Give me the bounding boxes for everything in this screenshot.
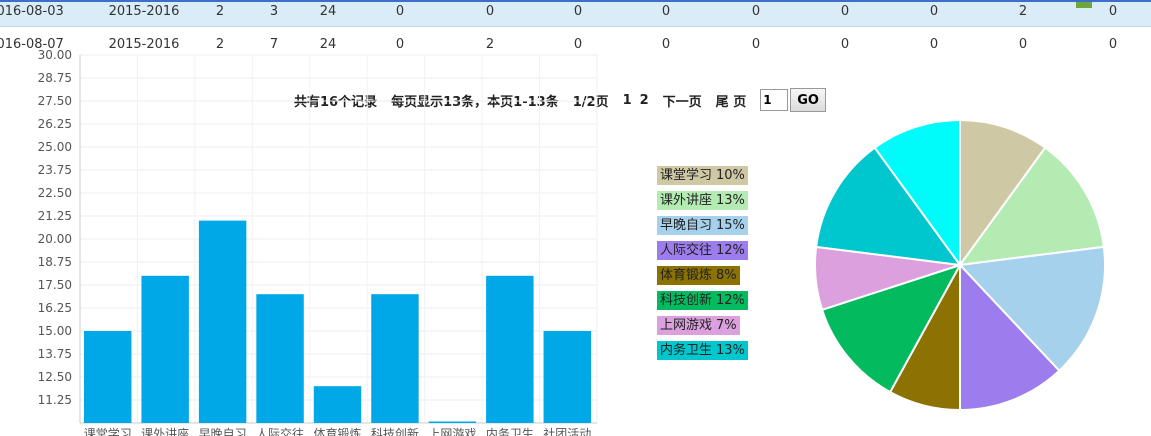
legend-item: 课堂学习 10%: [657, 166, 748, 185]
bar: [371, 294, 419, 423]
y-tick-label: 27.50: [38, 94, 72, 108]
bar: [543, 331, 591, 423]
y-tick-label: 18.75: [38, 255, 72, 269]
table-cell: 0: [1108, 37, 1118, 52]
table-cell: 0: [840, 4, 850, 19]
x-tick-label: 社团活动: [543, 426, 591, 436]
x-tick-label: 课外讲座: [141, 426, 189, 436]
y-tick-label: 21.25: [38, 209, 72, 223]
next-page-link[interactable]: 下一页: [663, 91, 702, 110]
y-tick-label: 22.50: [38, 186, 72, 200]
table-cell: 0: [485, 4, 495, 19]
y-tick-label: 25.00: [38, 140, 72, 154]
y-tick-label: 12.50: [38, 370, 72, 384]
x-tick-label: 体育锻炼: [313, 426, 361, 436]
table-cell: 0: [1108, 4, 1118, 19]
row-marker: [1076, 2, 1092, 8]
y-tick-label: 15.00: [38, 324, 72, 338]
legend-percent: 15%: [716, 218, 745, 233]
y-tick-label: 17.50: [38, 278, 72, 292]
x-tick-label: 上网游戏: [428, 427, 476, 436]
legend-item: 课外讲座 13%: [657, 191, 748, 210]
table-cell: 3: [269, 4, 279, 19]
legend-label: 体育锻炼: [660, 268, 713, 283]
legend-percent: 8%: [716, 268, 737, 283]
table-cell: 2: [215, 4, 225, 19]
y-tick-label: 23.75: [38, 163, 72, 177]
legend-item: 体育锻炼 8%: [657, 266, 740, 285]
x-tick-label: 内务卫生: [486, 426, 534, 436]
table-cell: 0: [751, 4, 761, 19]
legend-percent: 12%: [716, 243, 745, 258]
bar: [313, 386, 362, 423]
table-cell: 0: [751, 37, 761, 52]
legend-percent: 13%: [716, 343, 745, 358]
table-cell: 0: [661, 4, 671, 19]
table-cell: 0: [840, 37, 850, 52]
legend-item: 内务卫生 13%: [657, 341, 748, 360]
x-tick-label: 人际交往: [256, 426, 304, 436]
table-cell: 2015-2016: [108, 4, 180, 19]
x-tick-label: 科技创新: [371, 426, 419, 436]
page-2-link[interactable]: 2: [640, 93, 649, 108]
legend-percent: 13%: [716, 193, 745, 208]
legend-label: 上网游戏: [660, 318, 713, 333]
bar: [256, 294, 304, 423]
legend-percent: 7%: [716, 318, 737, 333]
y-tick-label: 13.75: [38, 347, 72, 361]
last-page-link[interactable]: 尾 页: [716, 91, 747, 110]
table-cell: 0: [395, 4, 405, 19]
y-tick-label: 30.00: [38, 48, 72, 62]
legend-label: 早晚自习: [660, 218, 713, 233]
y-tick-label: 16.25: [38, 301, 72, 315]
legend-label: 内务卫生: [660, 343, 713, 358]
legend-label: 课堂学习: [660, 168, 713, 183]
legend-item: 早晚自习 15%: [657, 216, 748, 235]
pie-chart: [814, 118, 1106, 412]
legend-item: 科技创新 12%: [657, 291, 748, 310]
page-number-input[interactable]: [760, 89, 789, 111]
table-cell: 2: [1018, 4, 1028, 19]
legend-label: 科技创新: [660, 293, 713, 308]
legend-item: 上网游戏 7%: [657, 316, 740, 335]
page-1-link[interactable]: 1: [623, 93, 632, 108]
y-tick-label: 20.00: [38, 232, 72, 246]
legend-label: 人际交往: [660, 243, 713, 258]
table-cell: 0: [929, 4, 939, 19]
bar: [141, 275, 189, 423]
legend-item: 人际交往 12%: [657, 241, 748, 260]
bar: [486, 275, 534, 423]
legend-percent: 10%: [716, 168, 745, 183]
bar: [84, 331, 132, 423]
bar-chart: 11.25 12.50 13.75 15.00 16.25 17.50 18.75 20.00…: [38, 48, 598, 436]
table-cell: 2016-08-03: [0, 4, 64, 19]
table-cell: 0: [661, 37, 671, 52]
pie-legend: 课堂学习 10% 课外讲座 13% 早晚自习 15% 人际交往 12% 体育锻炼 8% 科技创新 12…: [657, 166, 748, 366]
table-cell: 0: [1018, 37, 1028, 52]
x-tick-label: 早晚自习: [199, 427, 247, 436]
x-tick-label: 课堂学习: [84, 426, 132, 436]
table-cell: 0: [929, 37, 939, 52]
bar: [198, 220, 247, 423]
legend-percent: 12%: [716, 293, 745, 308]
table-cell: 0: [573, 4, 583, 19]
table-row: 2016-08-03 2015-2016 2 3 24 0 0 0 0 0 0 0 2 0: [0, 2, 1151, 27]
y-tick-label: 26.25: [38, 117, 72, 131]
y-tick-label: 28.75: [38, 71, 72, 85]
bar: [428, 421, 477, 423]
legend-label: 课外讲座: [660, 193, 713, 208]
table-cell: 24: [319, 4, 337, 19]
go-button[interactable]: GO: [790, 88, 826, 112]
y-tick-label: 11.25: [38, 393, 72, 407]
